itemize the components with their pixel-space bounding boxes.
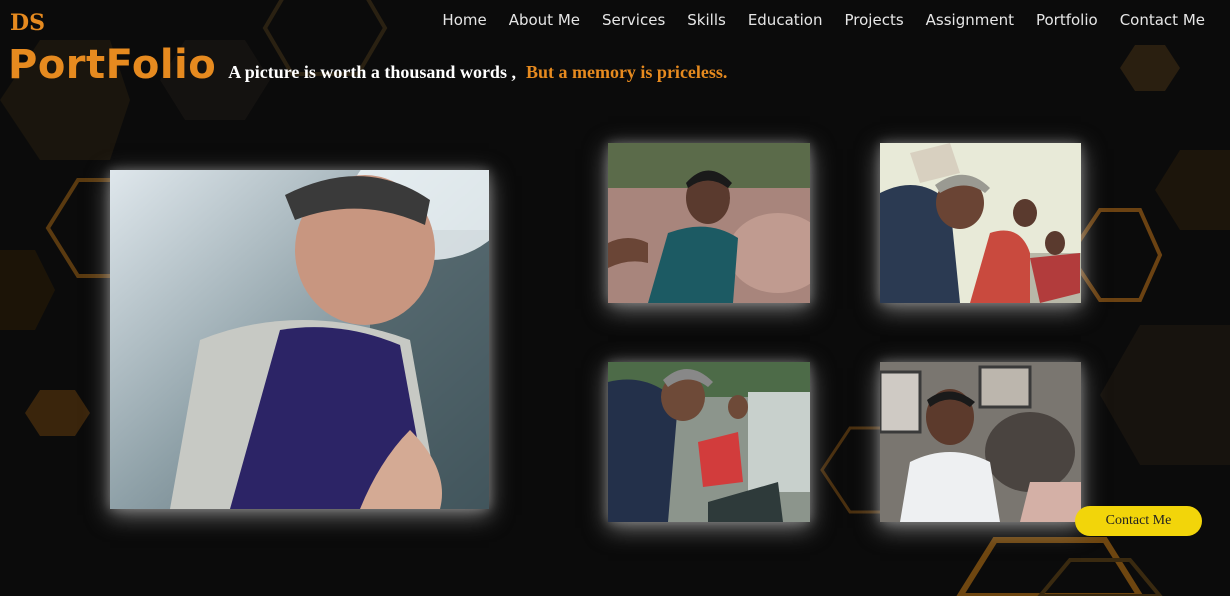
logo-initials: DS — [10, 10, 45, 36]
contact-me-button[interactable]: Contact Me — [1075, 506, 1202, 536]
portfolio-photo-5[interactable] — [880, 362, 1081, 522]
page-header: PortFolio A picture is worth a thousand … — [8, 42, 727, 88]
nav-education[interactable]: Education — [737, 10, 834, 30]
portfolio-photo-main[interactable] — [110, 170, 489, 509]
portfolio-photo-3[interactable] — [880, 143, 1081, 303]
nav-about-me[interactable]: About Me — [498, 10, 591, 30]
portfolio-photo-4[interactable] — [608, 362, 810, 522]
nav-skills[interactable]: Skills — [676, 10, 737, 30]
nav-projects[interactable]: Projects — [834, 10, 915, 30]
nav-home[interactable]: Home — [431, 10, 497, 30]
nav-contact-me[interactable]: Contact Me — [1109, 10, 1216, 30]
main-navigation: Home About Me Services Skills Education … — [431, 10, 1216, 30]
nav-portfolio[interactable]: Portfolio — [1025, 10, 1109, 30]
nav-assignment[interactable]: Assignment — [915, 10, 1025, 30]
nav-services[interactable]: Services — [591, 10, 676, 30]
portfolio-photo-2[interactable] — [608, 143, 810, 303]
tagline-main: A picture is worth a thousand words , — [228, 62, 516, 82]
page-title: PortFolio — [8, 42, 217, 88]
tagline-accent: But a memory is priceless. — [525, 62, 728, 82]
